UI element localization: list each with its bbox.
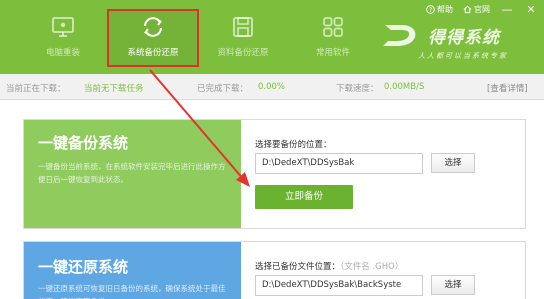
monitor-icon (52, 17, 74, 37)
speed-label: 下载速度： (336, 84, 379, 94)
home-icon (463, 5, 472, 14)
nav-label: 常用软件 (315, 48, 350, 58)
brand-name: 得得系统 (428, 28, 500, 48)
save-icon (233, 17, 253, 37)
dede-logo-icon (383, 25, 416, 46)
speed-value: 0.00MB/S (384, 82, 425, 92)
backup-title: 一键备份系统 (38, 134, 129, 152)
help-icon: ? (426, 5, 435, 14)
brand-slogan: 人人都可以当系统专家 (418, 52, 508, 60)
restore-file-label-text: 选择已备份文件位置： (255, 262, 341, 272)
brand-logo: 得得系统 人人都可以当系统专家 (382, 20, 532, 66)
restore-choose-button[interactable]: 选择 (431, 275, 475, 295)
completed-label: 已完成下载： (197, 84, 249, 94)
restore-info-panel: 一键还原系统 一键还原系统可恢复旧日备份的系统，确保系统处于最佳状态，建议定期备… (24, 242, 241, 299)
backup-path-input[interactable]: D:\DedeXT\DDSysBak (255, 153, 423, 174)
refresh-icon (144, 17, 162, 37)
nav-item-data-backup[interactable]: 资料备份还原 (198, 10, 288, 66)
restore-path-input[interactable]: D:\DedeXT\DDSysBak\BackSyste (255, 275, 423, 296)
restore-file-label: 选择已备份文件位置：（文件名 .GHO） (255, 260, 403, 272)
current-download-label: 当前正在下载： (6, 84, 66, 94)
svg-text:?: ? (429, 7, 432, 14)
nav-item-common-software[interactable]: 常用软件 (288, 10, 378, 66)
website-label: 官网 (474, 5, 490, 14)
website-button[interactable]: 官网 (463, 4, 490, 15)
grid-icon (323, 17, 343, 37)
nav-label: 资料备份还原 (217, 48, 269, 58)
help-label: 帮助 (437, 5, 453, 14)
minimize-button[interactable]: — (500, 3, 514, 16)
restore-description: 一键还原系统可恢复旧日备份的系统，确保系统处于最佳状态，建议定期备份。 (38, 284, 226, 299)
backup-location-label: 选择要备份的位置： (255, 140, 332, 150)
close-button[interactable]: ✕ (524, 3, 538, 16)
view-details-link[interactable]: [查看详情] (487, 82, 528, 94)
app-header: ? 帮助 官网 — ✕ 电脑重装 系统备份还原 资料备份还原 常用软件 得得系统… (0, 0, 544, 74)
download-status-bar: 当前正在下载： 当前无下载任务 已完成下载： 0.00% 下载速度： 0.00M… (0, 74, 544, 100)
backup-info-panel: 一键备份系统 一键备份当前系统，在系统软件安装完毕后进行此操作方便日后一键恢复到… (24, 120, 241, 228)
main-nav: 电脑重装 系统备份还原 资料备份还原 常用软件 (18, 9, 378, 67)
restore-file-hint: （文件名 .GHO） (340, 262, 404, 272)
restore-title: 一键还原系统 (38, 258, 129, 276)
backup-description: 一键备份当前系统，在系统软件安装完毕后进行此操作方便日后一键恢复到此状态。 (38, 162, 226, 184)
title-bar-controls: ? 帮助 官网 — ✕ (426, 3, 538, 16)
completed-value: 0.00% (258, 82, 286, 92)
help-button[interactable]: ? 帮助 (426, 4, 453, 15)
nav-item-system-backup[interactable]: 系统备份还原 (107, 9, 199, 67)
backup-now-button[interactable]: 立即备份 (255, 185, 353, 209)
current-download-value: 当前无下载任务 (84, 84, 144, 94)
nav-item-reinstall[interactable]: 电脑重装 (18, 10, 108, 66)
nav-label: 电脑重装 (45, 48, 80, 58)
restore-card: 一键还原系统 一键还原系统可恢复旧日备份的系统，确保系统处于最佳状态，建议定期备… (23, 241, 526, 299)
nav-label: 系统备份还原 (127, 48, 179, 58)
backup-choose-button[interactable]: 选择 (431, 153, 475, 173)
backup-card: 一键备份系统 一键备份当前系统，在系统软件安装完毕后进行此操作方便日后一键恢复到… (23, 119, 526, 229)
